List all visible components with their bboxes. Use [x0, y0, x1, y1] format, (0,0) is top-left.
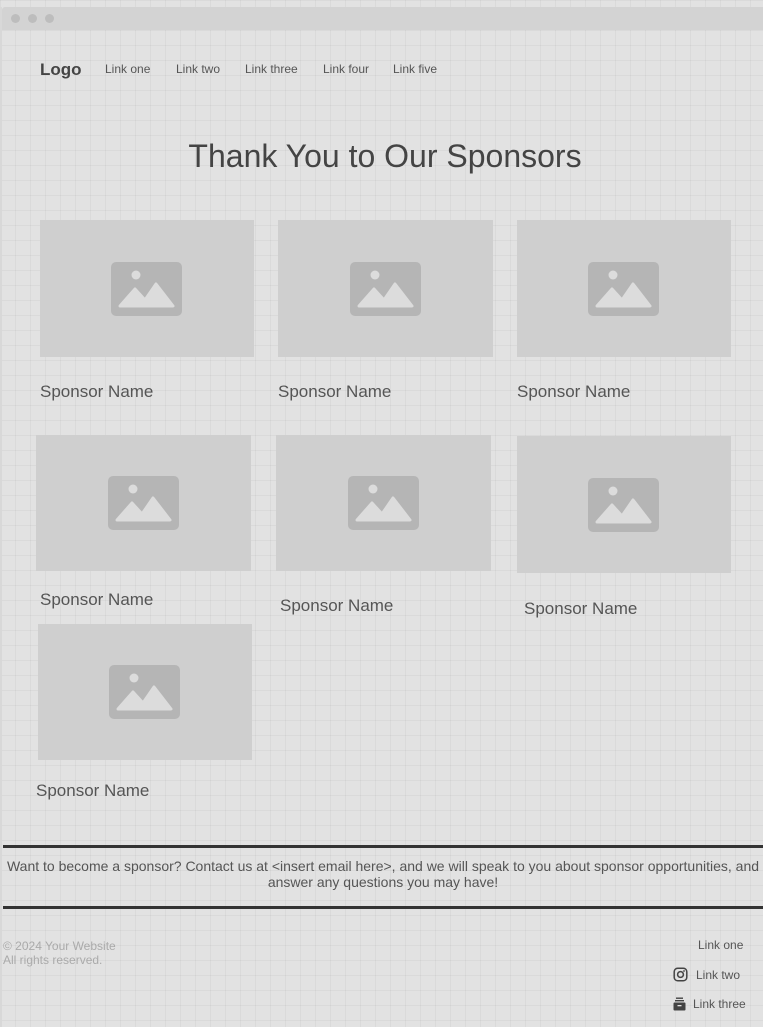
footer-link-two[interactable]: Link two [673, 967, 740, 982]
nav-link-three[interactable]: Link three [245, 62, 298, 76]
copyright-line: © 2024 Your Website [3, 939, 116, 953]
sponsor-name: Sponsor Name [278, 382, 392, 401]
footer-link-three[interactable]: Link three [673, 997, 746, 1011]
footer-link-label: Link two [696, 967, 741, 982]
window-minimize-dot[interactable] [28, 14, 37, 23]
page-title: Thank You to Our Sponsors [188, 138, 582, 174]
image-placeholder-icon [349, 261, 421, 316]
sponsor-image [278, 220, 493, 357]
window-maximize-dot[interactable] [45, 14, 54, 23]
sponsor-image [517, 220, 731, 357]
logo[interactable]: Logo [40, 60, 82, 80]
image-placeholder-icon [588, 261, 659, 316]
nav-link-four[interactable]: Link four [323, 62, 369, 76]
footer-link-label: Link three [693, 997, 746, 1011]
nav-link-two[interactable]: Link two [176, 62, 220, 76]
sponsor-name: Sponsor Name [524, 599, 638, 618]
divider-bottom [3, 906, 763, 909]
image-placeholder-icon [107, 476, 179, 530]
footer-link-one[interactable]: Link one [698, 938, 743, 952]
nav-link-one[interactable]: Link one [105, 62, 150, 76]
instagram-icon [673, 967, 688, 982]
sponsor-image [276, 435, 491, 571]
footer-link-label: Link one [698, 938, 744, 952]
divider-top [3, 845, 763, 848]
sponsor-cta-text: Want to become a sponsor? Contact us at … [6, 858, 760, 890]
nav-link-five[interactable]: Link five [393, 62, 437, 76]
sponsor-name: Sponsor Name [40, 382, 154, 401]
sponsor-image [38, 624, 252, 760]
sponsor-name: Sponsor Name [280, 596, 394, 615]
window-close-dot[interactable] [11, 14, 20, 23]
archive-box-icon [673, 997, 686, 1011]
copyright: © 2024 Your Website All rights reserved. [3, 939, 116, 967]
sponsor-image [36, 435, 251, 571]
window-title-bar [2, 7, 763, 30]
image-placeholder-icon [347, 476, 419, 530]
sponsor-name: Sponsor Name [40, 590, 154, 609]
image-placeholder-icon [588, 477, 659, 532]
sponsor-name: Sponsor Name [36, 781, 150, 800]
sponsor-name: Sponsor Name [517, 382, 631, 401]
image-placeholder-icon [109, 665, 180, 719]
sponsor-image [517, 436, 731, 573]
sponsor-image [40, 220, 254, 357]
image-placeholder-icon [111, 261, 182, 316]
copyright-line: All rights reserved. [3, 953, 103, 967]
